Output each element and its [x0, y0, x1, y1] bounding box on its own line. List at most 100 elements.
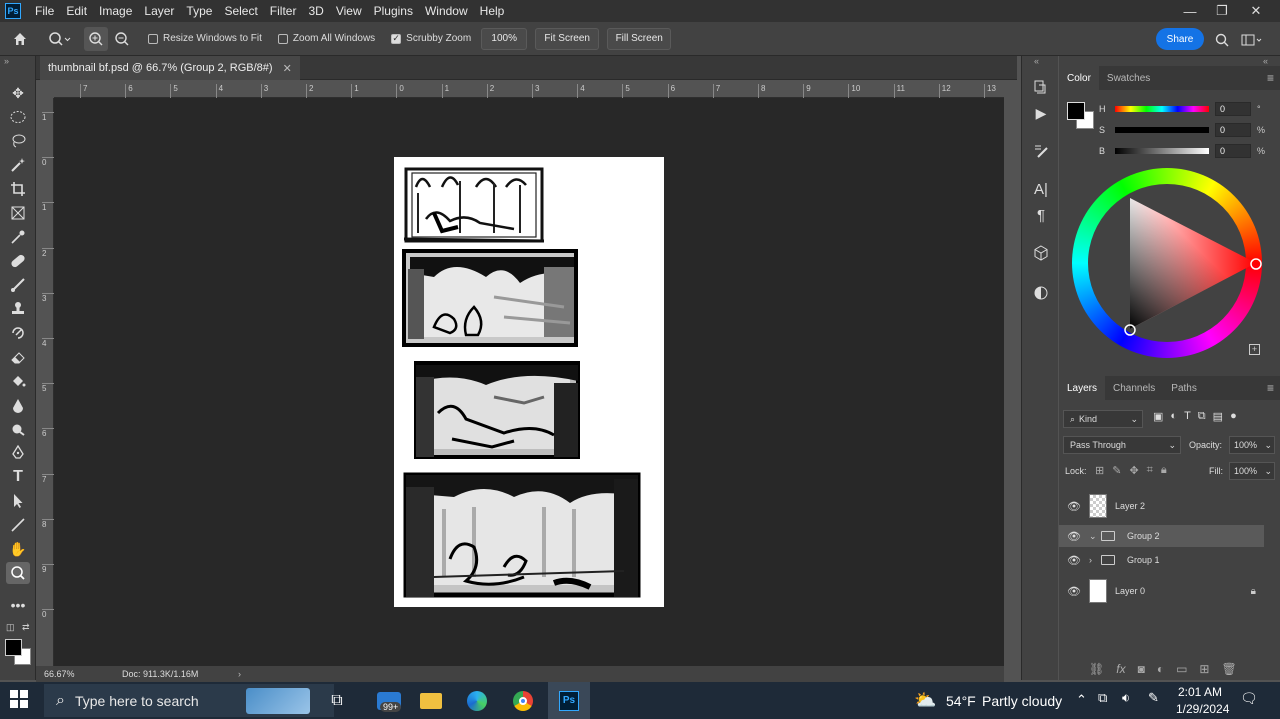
new-layer-icon[interactable]: ⊞	[1199, 662, 1209, 676]
zoom-tool-preset-icon[interactable]	[40, 22, 80, 56]
healing-brush-tool-icon[interactable]	[6, 250, 30, 272]
scrubby-zoom-checkbox[interactable]: ✓ Scrubby Zoom	[391, 33, 471, 44]
tab-color[interactable]: Color	[1059, 66, 1099, 90]
layer-row-layer-2[interactable]: 👁︎ Layer 2	[1059, 491, 1264, 521]
collapse-right-panel-icon[interactable]: «	[1263, 56, 1268, 66]
close-window-button[interactable]: ✕	[1238, 0, 1274, 22]
history-panel-icon[interactable]	[1030, 76, 1052, 98]
crop-tool-icon[interactable]	[6, 178, 30, 200]
zoom-100-button[interactable]: 100%	[481, 27, 528, 50]
menu-file[interactable]: File	[29, 0, 60, 22]
lock-artboard-icon[interactable]: ⌗	[1147, 464, 1153, 477]
blend-mode-select[interactable]: Pass Through ⌄	[1063, 436, 1181, 454]
collapse-panels-icon[interactable]: «	[1034, 56, 1039, 66]
panel-menu-icon[interactable]: ≡	[1267, 381, 1274, 395]
brush-tool-icon[interactable]	[6, 274, 30, 296]
frame-tool-icon[interactable]	[6, 202, 30, 224]
eraser-tool-icon[interactable]	[6, 346, 30, 368]
brightness-value[interactable]: 0	[1215, 144, 1251, 158]
tab-paths[interactable]: Paths	[1163, 376, 1205, 400]
actions-play-icon[interactable]: ▶	[1030, 102, 1052, 124]
vertical-ruler[interactable]: 1 0 1 2 3 4 5 6 7 8 9 0	[36, 98, 54, 666]
dodge-tool-icon[interactable]	[6, 418, 30, 440]
move-tool-icon[interactable]: ✥	[6, 82, 30, 104]
pen-workspace-icon[interactable]: ✎	[1148, 690, 1159, 706]
type-filter-icon[interactable]: T	[1184, 410, 1191, 423]
windows-start-icon[interactable]	[10, 690, 32, 712]
eye-icon[interactable]: 👁︎	[1059, 585, 1089, 598]
zoom-tool-icon[interactable]	[6, 562, 30, 584]
history-brush-tool-icon[interactable]	[6, 322, 30, 344]
close-tab-icon[interactable]: ✕	[283, 62, 292, 75]
menu-edit[interactable]: Edit	[60, 0, 93, 22]
menu-window[interactable]: Window	[419, 0, 474, 22]
tab-swatches[interactable]: Swatches	[1099, 66, 1158, 90]
chevron-right-icon[interactable]: ›	[1089, 555, 1101, 565]
link-layers-icon[interactable]: ⛓︎	[1089, 662, 1104, 676]
restore-button[interactable]: ❐	[1204, 0, 1240, 22]
menu-3d[interactable]: 3D	[302, 0, 329, 22]
share-button[interactable]: Share	[1156, 28, 1204, 50]
brush-settings-icon[interactable]	[1030, 140, 1052, 162]
show-hidden-icons[interactable]: ⌃	[1076, 692, 1087, 708]
opacity-field[interactable]: 100% ⌄	[1229, 436, 1275, 454]
layer-row-layer-0[interactable]: 👁︎ Layer 0 🔒︎	[1059, 576, 1264, 606]
clock-date[interactable]: 1/29/2024	[1176, 702, 1229, 716]
menu-help[interactable]: Help	[474, 0, 511, 22]
collapse-toolbar-icon[interactable]: »	[4, 56, 9, 66]
hue-value[interactable]: 0	[1215, 102, 1251, 116]
character-panel-icon[interactable]: A|	[1030, 178, 1052, 200]
taskbar-search-box[interactable]: ⌕ Type here to search	[44, 684, 334, 717]
delete-layer-icon[interactable]: 🗑︎	[1221, 662, 1236, 676]
photoshop-taskbar-icon[interactable]: Ps	[548, 682, 590, 719]
workspace-icon[interactable]	[1240, 30, 1264, 50]
zoom-all-windows-checkbox[interactable]: Zoom All Windows	[277, 33, 375, 44]
lock-all-icon[interactable]: 🔒︎	[1161, 464, 1167, 477]
path-selection-tool-icon[interactable]	[6, 490, 30, 512]
eye-icon[interactable]: 👁︎	[1059, 500, 1089, 513]
document-tab[interactable]: thumbnail bf.psd @ 66.7% (Group 2, RGB/8…	[40, 56, 300, 80]
search-icon[interactable]	[1212, 30, 1232, 50]
edge-browser-icon[interactable]	[462, 686, 492, 716]
horizontal-ruler[interactable]: 7 6 5 4 3 2 1 0 1 2 3 4 5 6 7 8 9 10 11 12 13	[54, 82, 1004, 98]
foreground-color-chip[interactable]	[1067, 102, 1085, 120]
mail-app-icon[interactable]: 99+	[374, 686, 404, 716]
stamp-tool-icon[interactable]	[6, 298, 30, 320]
lock-position-icon[interactable]: ✥	[1129, 464, 1138, 477]
canvas-area[interactable]	[54, 98, 1004, 666]
paragraph-panel-icon[interactable]: ¶	[1030, 204, 1052, 226]
type-tool-icon[interactable]: T	[6, 466, 30, 488]
temperature[interactable]: 54°F	[946, 693, 976, 709]
saturation-slider[interactable]	[1115, 127, 1209, 133]
hue-slider[interactable]	[1115, 106, 1209, 112]
home-icon[interactable]	[0, 22, 40, 56]
zoom-in-icon[interactable]	[84, 26, 108, 51]
fill-field[interactable]: 100% ⌄	[1229, 462, 1275, 480]
menu-layer[interactable]: Layer	[138, 0, 180, 22]
weather-condition[interactable]: Partly cloudy	[982, 693, 1062, 709]
lock-transparent-icon[interactable]: ⊞	[1095, 464, 1104, 477]
filter-kind-select[interactable]: ⌕ Kind ⌄	[1063, 410, 1143, 428]
chrome-browser-icon[interactable]	[508, 686, 538, 716]
menu-view[interactable]: View	[330, 0, 368, 22]
lasso-tool-icon[interactable]	[6, 130, 30, 152]
3d-panel-icon[interactable]	[1030, 242, 1052, 264]
task-view-icon[interactable]: ⧉	[322, 686, 352, 716]
eyedropper-tool-icon[interactable]	[6, 226, 30, 248]
document-canvas[interactable]	[394, 157, 664, 607]
brightness-slider[interactable]	[1115, 148, 1209, 154]
layer-row-group-2[interactable]: 👁︎ ⌄ Group 2	[1059, 525, 1264, 547]
new-group-icon[interactable]: ▭	[1176, 662, 1187, 676]
menu-plugins[interactable]: Plugins	[368, 0, 419, 22]
clock-time[interactable]: 2:01 AM	[1178, 685, 1222, 699]
panel-menu-icon[interactable]: ≡	[1267, 71, 1274, 85]
add-mask-icon[interactable]: ◙	[1138, 662, 1145, 676]
menu-select[interactable]: Select	[218, 0, 263, 22]
tab-layers[interactable]: Layers	[1059, 376, 1106, 400]
file-explorer-icon[interactable]	[416, 686, 446, 716]
minimize-button[interactable]: —	[1172, 0, 1208, 22]
fit-screen-button[interactable]: Fit Screen	[535, 27, 600, 50]
more-tools-icon[interactable]: •••	[6, 594, 30, 616]
filter-toggle-icon[interactable]: ●	[1230, 410, 1237, 423]
menu-filter[interactable]: Filter	[264, 0, 303, 22]
